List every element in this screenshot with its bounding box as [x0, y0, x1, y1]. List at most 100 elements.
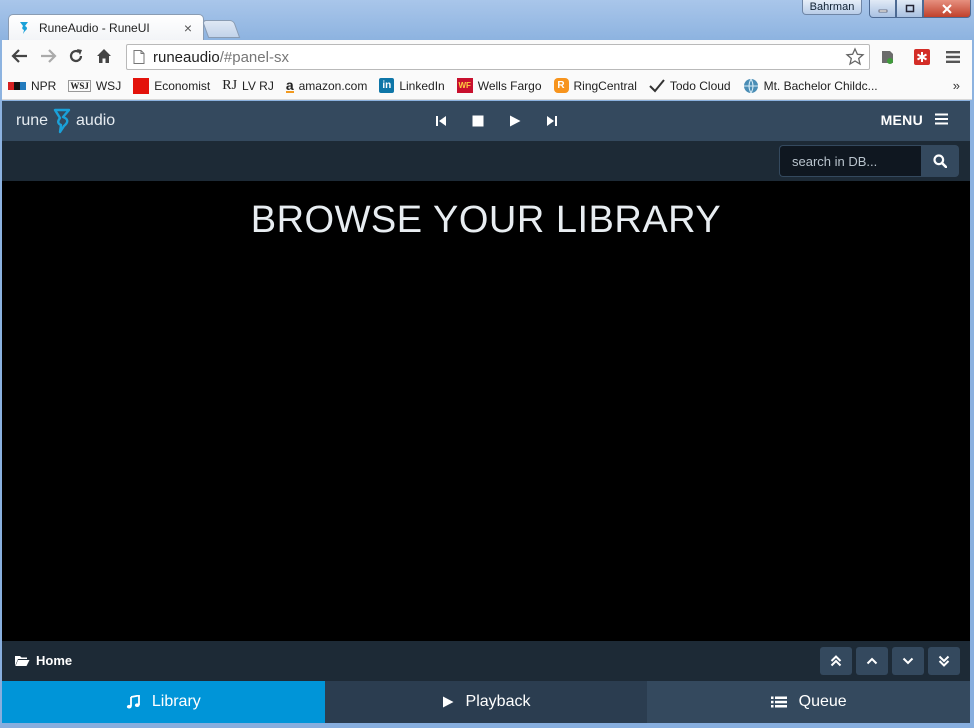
bookmark-label: Economist [154, 78, 211, 93]
maximize-button[interactable] [896, 0, 923, 18]
scroll-down-button[interactable] [892, 647, 924, 675]
previous-button[interactable] [422, 112, 459, 130]
amazon-icon: a [285, 76, 294, 93]
forward-arrow-icon [41, 49, 57, 63]
close-icon [942, 3, 952, 14]
double-chevron-down-icon [938, 655, 950, 667]
tab-label: Library [151, 693, 201, 710]
tab-strip: RuneAudio - RuneUI × Bahrman [0, 0, 974, 41]
library-path-bar: Home [2, 641, 970, 681]
double-chevron-up-icon [830, 655, 842, 667]
next-button[interactable] [533, 112, 570, 130]
bookmark-npr[interactable]: NPR [8, 79, 56, 93]
bookmark-label: NPR [31, 78, 57, 93]
address-bar[interactable]: runeaudio/#panel-sx [126, 44, 870, 70]
home-button[interactable] [90, 42, 118, 70]
bookmark-label: RingCentral [573, 78, 637, 93]
rune-logo[interactable]: rune audio [16, 108, 115, 134]
economist-icon [133, 77, 150, 94]
wells-fargo-icon: WF [456, 78, 473, 93]
bookmark-amazon[interactable]: a amazon.com [285, 76, 368, 93]
tab-label: Playback [465, 693, 531, 710]
scroll-bottom-button[interactable] [928, 647, 960, 675]
search-input[interactable] [779, 145, 921, 177]
reload-icon [69, 49, 83, 63]
search-bar [2, 141, 970, 181]
bookmarks-bar: NPR WSJ WSJ Economist RJ LV RJ a amazon.… [2, 72, 972, 100]
tab-queue[interactable]: Queue [647, 681, 971, 723]
page-title: BROWSE YOUR LIBRARY [250, 199, 722, 241]
play-icon [509, 115, 520, 127]
maximize-icon [905, 4, 914, 12]
rj-icon: RJ [222, 77, 238, 93]
transport-controls [422, 112, 570, 130]
bookmark-todo-cloud[interactable]: Todo Cloud [649, 79, 731, 93]
bookmarks-more-button[interactable]: » [953, 78, 960, 93]
stop-button[interactable] [459, 112, 496, 130]
tab-close-icon[interactable]: × [181, 20, 195, 36]
app-header: rune audio MENU [2, 101, 970, 141]
back-arrow-icon [11, 49, 27, 63]
hamburger-icon [935, 112, 948, 128]
forward-button[interactable] [34, 42, 62, 70]
npr-icon [8, 81, 26, 90]
browser-tab[interactable]: RuneAudio - RuneUI × [8, 14, 204, 41]
breadcrumb-home[interactable]: Home [14, 653, 72, 668]
reload-button[interactable] [62, 42, 90, 70]
bookmark-lv-rj[interactable]: RJ LV RJ [222, 78, 274, 94]
chrome-menu-icon[interactable] [944, 48, 962, 66]
tab-label: Queue [798, 693, 847, 710]
play-button[interactable] [496, 112, 533, 130]
chevron-up-icon [866, 657, 878, 665]
wsj-icon: WSJ [68, 79, 91, 92]
window-controls [869, 0, 971, 18]
back-button[interactable] [6, 42, 34, 70]
minimize-icon [878, 9, 887, 12]
tab-playback[interactable]: Playback [324, 681, 648, 723]
globe-icon [743, 78, 759, 94]
bottom-navigation: Library Playback Queue [2, 681, 971, 723]
search-button[interactable] [921, 145, 959, 177]
bookmark-star-icon[interactable] [845, 47, 865, 67]
minimize-button[interactable] [869, 0, 896, 18]
user-profile-badge[interactable]: Bahrman [802, 0, 862, 15]
menu-label: MENU [880, 112, 923, 128]
bookmark-mt-bachelor[interactable]: Mt. Bachelor Childc... [743, 78, 878, 94]
home-icon [97, 49, 111, 63]
page-icon [133, 50, 145, 64]
tab-library[interactable]: Library [2, 681, 325, 723]
linkedin-icon: in [379, 78, 395, 93]
close-window-button[interactable] [923, 0, 971, 18]
scroll-controls [816, 647, 960, 675]
bookmark-wsj[interactable]: WSJ WSJ [68, 79, 121, 93]
menu-button[interactable]: MENU [881, 112, 948, 128]
scroll-up-button[interactable] [856, 647, 888, 675]
list-icon [770, 696, 787, 708]
search-icon [933, 154, 947, 168]
db-search [779, 145, 959, 177]
breadcrumb-label: Home [36, 653, 73, 668]
bookmark-label: amazon.com [298, 78, 368, 93]
extension-lastpass-icon[interactable] [913, 48, 931, 66]
url-path: /#panel-sx [219, 48, 289, 66]
bookmark-label: Mt. Bachelor Childc... [763, 78, 878, 93]
skip-next-icon [546, 116, 557, 126]
chevron-down-icon [902, 657, 914, 665]
bookmark-linkedin[interactable]: in LinkedIn [379, 78, 445, 93]
ringcentral-icon: R [553, 78, 569, 93]
tab-title: RuneAudio - RuneUI [39, 21, 150, 35]
bookmark-ringcentral[interactable]: R RingCentral [553, 78, 637, 93]
new-tab-button[interactable] [201, 20, 241, 38]
browser-toolbar: runeaudio/#panel-sx [2, 40, 972, 72]
scroll-top-button[interactable] [820, 647, 852, 675]
rune-app: rune audio MENU search in DB... BROWSE Y… [2, 101, 971, 723]
bookmark-wells-fargo[interactable]: WF Wells Fargo [456, 78, 542, 93]
bookmark-label: WSJ [95, 78, 122, 93]
bookmark-economist[interactable]: Economist [133, 77, 211, 94]
stop-icon [472, 115, 483, 127]
bookmark-label: Wells Fargo [477, 78, 542, 93]
extension-evernote-icon[interactable] [878, 48, 896, 66]
music-note-icon [126, 695, 140, 709]
bookmark-label: LinkedIn [399, 78, 445, 93]
bookmark-label: Todo Cloud [669, 78, 731, 93]
